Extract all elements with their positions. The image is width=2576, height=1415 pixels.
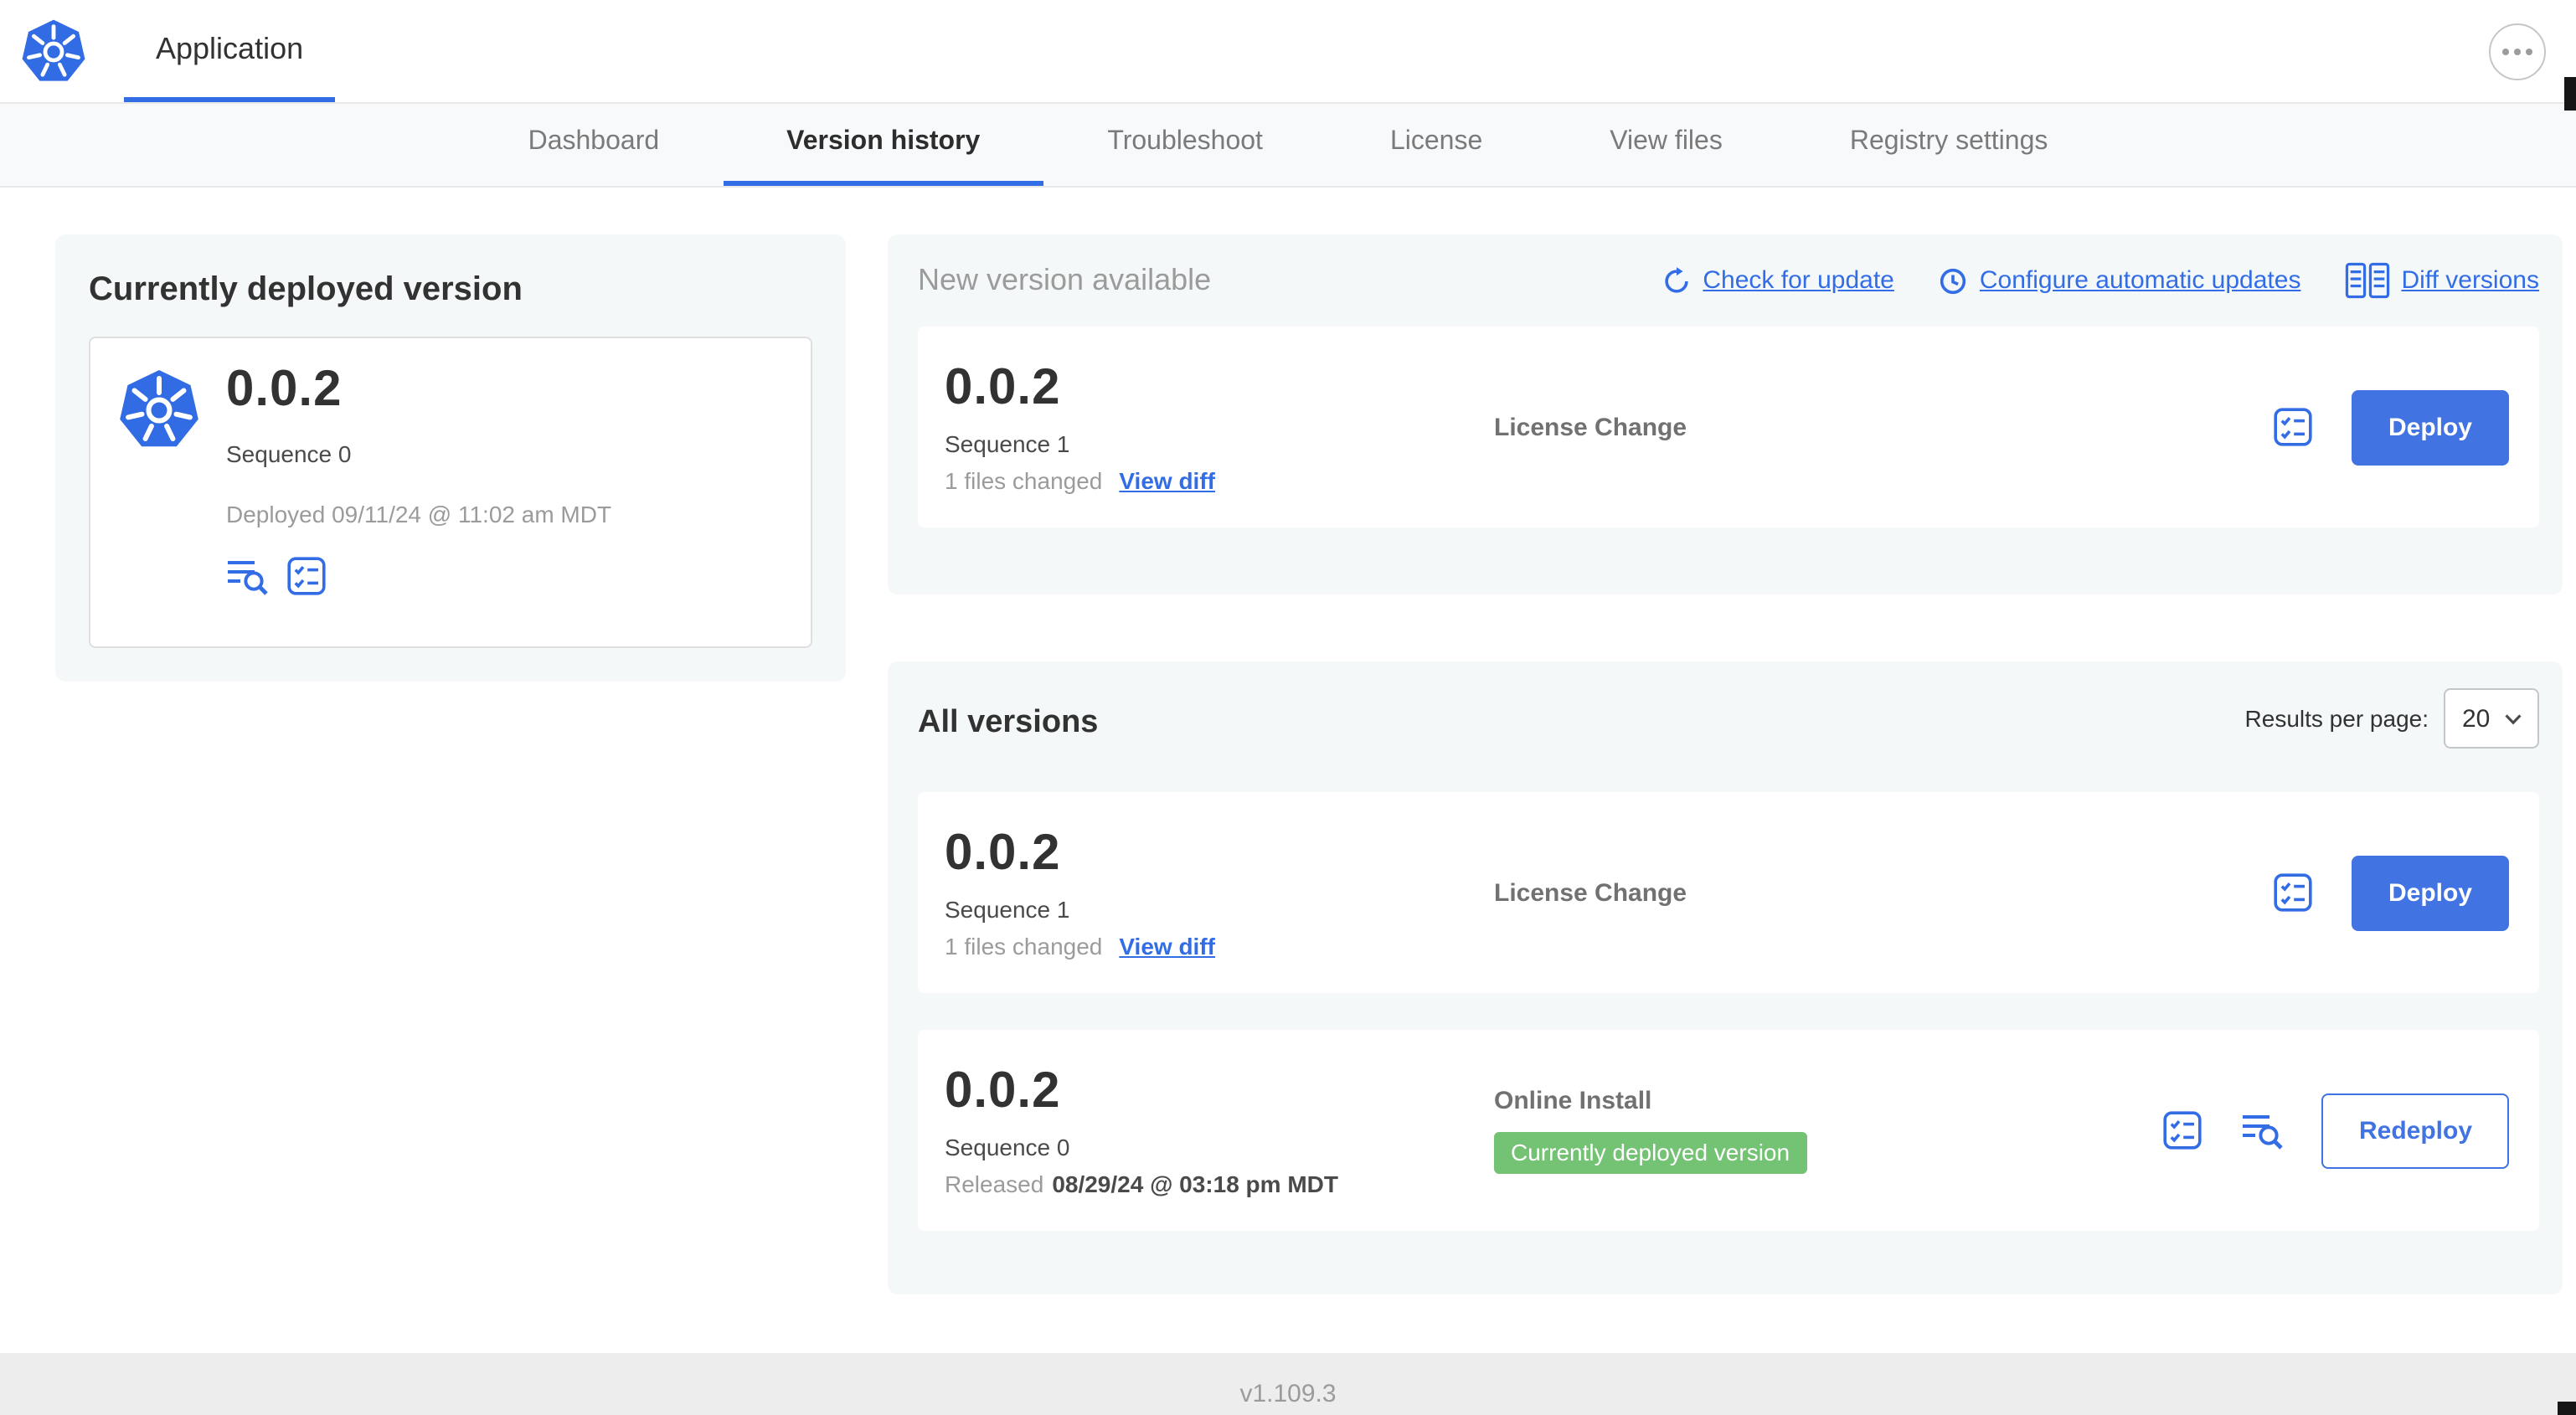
version-number: 0.0.2 — [945, 360, 1061, 415]
new-version-header: New version available Check for update C… — [918, 261, 2539, 300]
preflight-checks-button[interactable] — [286, 556, 327, 596]
files-changed-line: 1 files changed View diff — [945, 933, 1494, 960]
preflight-checks-button[interactable] — [2271, 872, 2315, 913]
version-source: Online Install Currently deployed versio… — [1494, 1087, 2161, 1174]
currently-deployed-badge: Currently deployed version — [1494, 1132, 1807, 1174]
nav-item-version-history[interactable]: Version history — [723, 104, 1044, 186]
deployed-version-card: 0.0.2 Sequence 0 Deployed 09/11/24 @ 11:… — [89, 337, 812, 648]
clock-icon — [1938, 265, 1968, 296]
version-actions: Deploy — [2271, 389, 2512, 465]
all-versions-header: All versions Results per page: 20 — [918, 688, 2539, 749]
version-info: 0.0.2 Sequence 0 Released 08/29/24 @ 03:1… — [945, 1063, 1494, 1197]
release-notes-button[interactable] — [2242, 1110, 2285, 1150]
deployed-version-actions — [226, 556, 611, 596]
version-info: 0.0.2 Sequence 1 1 files changed View di… — [945, 826, 1494, 960]
version-actions: Deploy — [2271, 855, 2512, 930]
files-changed-line: 1 files changed View diff — [945, 467, 1494, 494]
new-version-row: 0.0.2 Sequence 1 1 files changed View di… — [918, 327, 2539, 527]
released-label: Released — [945, 1171, 1044, 1197]
scrollbar-thumb[interactable] — [2558, 1402, 2576, 1415]
ellipsis-icon — [2502, 48, 2509, 54]
results-per-page-value: 20 — [2462, 704, 2491, 733]
currently-deployed-card: Currently deployed version 0.0.2 Sequenc… — [55, 234, 846, 682]
app-window: Application Dashboard Version history Tr… — [0, 0, 2576, 1415]
footer-version-label: v1.109.3 — [1239, 1380, 1337, 1408]
sequence-label: Sequence 0 — [226, 440, 352, 467]
release-notes-button[interactable] — [226, 556, 270, 596]
nav-item-dashboard[interactable]: Dashboard — [465, 104, 724, 186]
release-notes-icon — [226, 556, 270, 596]
app-footer: v1.109.3 — [0, 1353, 2576, 1415]
preflight-checks-button[interactable] — [2161, 1110, 2205, 1150]
diff-icon — [2344, 261, 2389, 300]
subnav: Dashboard Version history Troubleshoot L… — [0, 104, 2576, 188]
version-actions: Redeploy — [2161, 1093, 2512, 1168]
results-per-page-select[interactable]: 20 — [2444, 688, 2539, 749]
chevron-down-icon — [2504, 713, 2522, 724]
currently-deployed-title: Currently deployed version — [89, 271, 523, 308]
brand-logo — [20, 0, 87, 102]
preflight-checks-button[interactable] — [2271, 407, 2315, 447]
version-row: 0.0.2 Sequence 0 Released 08/29/24 @ 03:1… — [918, 1030, 2539, 1231]
version-source: License Change — [1494, 878, 2271, 907]
version-number: 0.0.2 — [945, 1063, 1061, 1119]
diff-versions-link[interactable]: Diff versions — [2344, 261, 2539, 300]
check-for-update-link[interactable]: Check for update — [1661, 265, 1894, 296]
nav-item-license[interactable]: License — [1327, 104, 1546, 186]
sequence-label: Sequence 0 — [945, 1134, 1070, 1160]
checklist-icon — [2161, 1110, 2205, 1150]
released-date: 08/29/24 @ 03:18 pm MDT — [1052, 1171, 1338, 1197]
deploy-button[interactable]: Deploy — [2351, 855, 2509, 930]
deployed-version-details: 0.0.2 Sequence 0 Deployed 09/11/24 @ 11:… — [226, 362, 611, 620]
new-version-card: New version available Check for update C… — [888, 234, 2563, 594]
main-content: Currently deployed version 0.0.2 Sequenc… — [0, 188, 2576, 1353]
scrollbar-thumb[interactable] — [2564, 77, 2576, 111]
files-changed-label: 1 files changed — [945, 933, 1103, 960]
files-changed-label: 1 files changed — [945, 467, 1103, 494]
version-number: 0.0.2 — [945, 826, 1061, 881]
version-number: 0.0.2 — [226, 362, 343, 417]
checklist-icon — [286, 556, 327, 596]
released-line: Released 08/29/24 @ 03:18 pm MDT — [945, 1171, 1494, 1197]
view-diff-link[interactable]: View diff — [1119, 933, 1215, 960]
source-label: License Change — [1494, 413, 1687, 441]
checklist-icon — [2271, 872, 2315, 913]
refresh-icon — [1661, 265, 1691, 296]
all-versions-title: All versions — [918, 705, 1099, 740]
sequence-label: Sequence 1 — [945, 430, 1070, 457]
redeploy-button[interactable]: Redeploy — [2321, 1093, 2509, 1168]
update-links: Check for update Configure automatic upd… — [1661, 261, 2539, 300]
tab-application[interactable]: Application — [124, 0, 336, 102]
checklist-icon — [2271, 407, 2315, 447]
top-header: Application — [0, 0, 2576, 104]
kubernetes-icon — [20, 18, 87, 85]
results-per-page: Results per page: 20 — [2245, 688, 2539, 749]
kubernetes-icon — [117, 368, 201, 452]
sequence-label: Sequence 1 — [945, 896, 1070, 923]
right-column: New version available Check for update C… — [888, 234, 2563, 1294]
deploy-button[interactable]: Deploy — [2351, 389, 2509, 465]
version-info: 0.0.2 Sequence 1 1 files changed View di… — [945, 360, 1494, 494]
nav-item-view-files[interactable]: View files — [1546, 104, 1786, 186]
deployed-timestamp: Deployed 09/11/24 @ 11:02 am MDT — [226, 501, 612, 527]
source-label: License Change — [1494, 878, 1687, 907]
source-label: Online Install — [1494, 1087, 1652, 1115]
nav-item-registry-settings[interactable]: Registry settings — [1786, 104, 2112, 186]
release-notes-icon — [2242, 1110, 2285, 1150]
version-source: License Change — [1494, 413, 2271, 441]
nav-item-troubleshoot[interactable]: Troubleshoot — [1043, 104, 1327, 186]
view-diff-link[interactable]: View diff — [1119, 467, 1215, 494]
configure-automatic-updates-link[interactable]: Configure automatic updates — [1938, 265, 2300, 296]
new-version-title: New version available — [918, 263, 1212, 296]
results-per-page-label: Results per page: — [2244, 705, 2429, 732]
all-versions-card: All versions Results per page: 20 0.0.2 … — [888, 661, 2563, 1294]
version-row: 0.0.2 Sequence 1 1 files changed View di… — [918, 792, 2539, 993]
more-options-button[interactable] — [2489, 23, 2546, 80]
